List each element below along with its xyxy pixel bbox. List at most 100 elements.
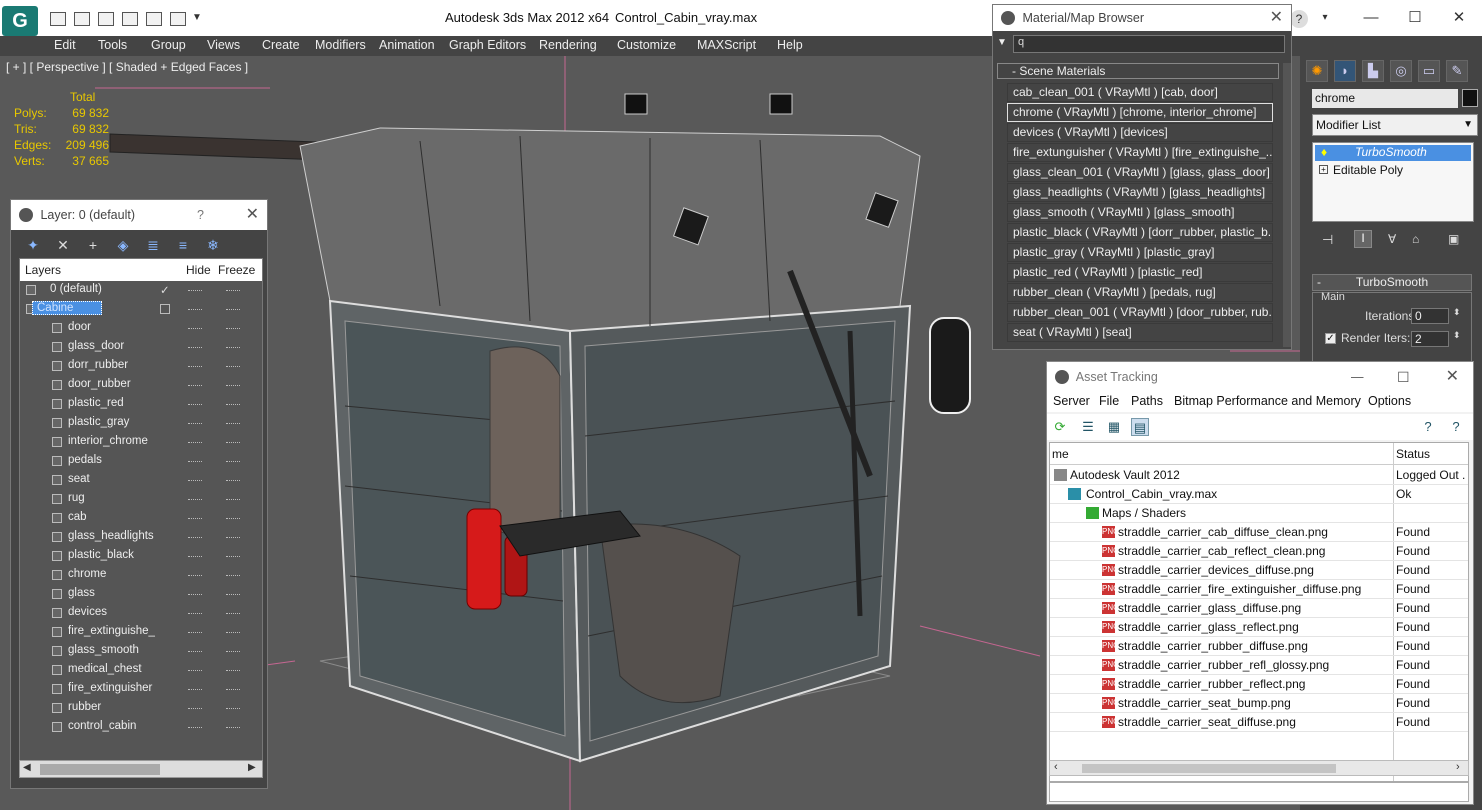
- browser-options-icon[interactable]: ▼: [997, 37, 1007, 48]
- asset-row-map[interactable]: PNG straddle_carrier_cab_diffuse_clean.pn…: [1050, 523, 1468, 542]
- project-folder-icon[interactable]: [170, 12, 186, 26]
- asset-row-vault[interactable]: Autodesk Vault 2012 Logged Out .: [1050, 466, 1468, 485]
- freeze-toggle[interactable]: [226, 575, 240, 577]
- material-item[interactable]: plastic_black ( VRayMtl ) [dorr_rubber, …: [1007, 223, 1273, 242]
- hierarchy-tab-icon[interactable]: ▙: [1362, 60, 1384, 82]
- display-tab-icon[interactable]: ▭: [1418, 60, 1440, 82]
- column-status[interactable]: Status: [1396, 447, 1430, 461]
- refresh-icon[interactable]: ⟳: [1051, 418, 1069, 436]
- hide-toggle[interactable]: [188, 480, 202, 482]
- save-file-icon[interactable]: [98, 12, 114, 26]
- freeze-toggle[interactable]: [226, 594, 240, 596]
- modifier-list-dropdown[interactable]: Modifier List ▼: [1312, 114, 1478, 136]
- undo-icon[interactable]: [122, 12, 138, 26]
- menu-rendering[interactable]: Rendering: [539, 38, 597, 52]
- asset-menu-bitmap-performance[interactable]: Bitmap Performance and Memory: [1174, 394, 1361, 408]
- layer-row[interactable]: fire_extinguishe_: [20, 623, 260, 642]
- asset-row-map[interactable]: PNG straddle_carrier_rubber_diffuse.png Fo…: [1050, 637, 1468, 656]
- hide-toggle[interactable]: [188, 290, 202, 292]
- asset-maximize-icon[interactable]: ☐: [1397, 362, 1410, 392]
- material-browser-titlebar[interactable]: Material/Map Browser ✕: [993, 5, 1291, 31]
- freeze-toggle[interactable]: [226, 461, 240, 463]
- hide-toggle[interactable]: [188, 556, 202, 558]
- layer-row[interactable]: plastic_red: [20, 395, 260, 414]
- select-icon[interactable]: ◈: [115, 237, 131, 253]
- hide-toggle[interactable]: [188, 651, 202, 653]
- make-unique-icon[interactable]: ∀: [1388, 232, 1396, 246]
- freeze-toggle[interactable]: [226, 442, 240, 444]
- thumbnail-view-icon[interactable]: ▦: [1105, 418, 1123, 436]
- layer-row[interactable]: glass_headlights: [20, 528, 260, 547]
- column-layers[interactable]: Layers: [25, 263, 61, 277]
- material-item[interactable]: rubber_clean ( VRayMtl ) [pedals, rug]: [1007, 283, 1273, 302]
- asset-row-map[interactable]: PNG straddle_carrier_glass_reflect.png Fou…: [1050, 618, 1468, 637]
- hide-toggle[interactable]: [188, 309, 202, 311]
- layer-row[interactable]: medical_chest: [20, 661, 260, 680]
- freeze-toggle[interactable]: [226, 727, 240, 729]
- new-layer-icon[interactable]: ✦: [25, 237, 41, 253]
- layer-row[interactable]: cab: [20, 509, 260, 528]
- freeze-toggle[interactable]: [226, 556, 240, 558]
- menu-graph-editors[interactable]: Graph Editors: [449, 38, 526, 52]
- freeze-toggle[interactable]: [226, 689, 240, 691]
- render-iters-spinner[interactable]: 2: [1411, 331, 1449, 347]
- freeze-toggle[interactable]: [226, 328, 240, 330]
- freeze-toggle[interactable]: [226, 632, 240, 634]
- hide-all-icon[interactable]: ≡: [175, 237, 191, 253]
- layer-row[interactable]: control_cabin: [20, 718, 260, 737]
- utilities-tab-icon[interactable]: ✎: [1446, 60, 1468, 82]
- menu-modifiers[interactable]: Modifiers: [315, 38, 366, 52]
- configure-sets-icon[interactable]: ▣: [1448, 232, 1459, 246]
- scroll-right-icon[interactable]: ▶: [248, 762, 256, 773]
- menu-help[interactable]: Help: [777, 38, 803, 52]
- hide-toggle[interactable]: [188, 347, 202, 349]
- material-item[interactable]: seat ( VRayMtl ) [seat]: [1007, 323, 1273, 342]
- hide-toggle[interactable]: [188, 537, 202, 539]
- show-end-result-icon[interactable]: I: [1354, 230, 1372, 248]
- menu-views[interactable]: Views: [207, 38, 240, 52]
- turbosmooth-rollout-header[interactable]: - TurboSmooth: [1312, 274, 1472, 291]
- asset-minimize-icon[interactable]: —: [1351, 362, 1364, 392]
- layer-row[interactable]: interior_chrome: [20, 433, 260, 452]
- menu-customize[interactable]: Customize: [617, 38, 676, 52]
- asset-row-map[interactable]: PNG straddle_carrier_rubber_refl_glossy.p…: [1050, 656, 1468, 675]
- layer-row[interactable]: door: [20, 319, 260, 338]
- menu-tools[interactable]: Tools: [98, 38, 127, 52]
- asset-horizontal-scrollbar[interactable]: ‹ ›: [1049, 760, 1469, 776]
- menu-edit[interactable]: Edit: [54, 38, 76, 52]
- app-logo-icon[interactable]: G: [2, 6, 38, 36]
- material-item[interactable]: cab_clean_001 ( VRayMtl ) [cab, door]: [1007, 83, 1273, 102]
- material-search-input[interactable]: q: [1013, 35, 1285, 53]
- object-name-field[interactable]: chrome: [1312, 89, 1458, 108]
- hide-toggle[interactable]: [188, 594, 202, 596]
- asset-row-map[interactable]: PNG straddle_carrier_seat_bump.png Found: [1050, 694, 1468, 713]
- delete-icon[interactable]: ✕: [55, 237, 71, 253]
- freeze-toggle[interactable]: [226, 537, 240, 539]
- layer-row[interactable]: seat: [20, 471, 260, 490]
- hide-toggle[interactable]: [188, 385, 202, 387]
- menu-group[interactable]: Group: [151, 38, 186, 52]
- asset-row-map[interactable]: PNG straddle_carrier_devices_diffuse.png F…: [1050, 561, 1468, 580]
- lightbulb-icon[interactable]: ♦: [1321, 145, 1327, 160]
- add-icon[interactable]: +: [85, 237, 101, 253]
- list-view-icon[interactable]: ☰: [1079, 418, 1097, 436]
- hide-toggle[interactable]: [188, 328, 202, 330]
- layer-row[interactable]: chrome: [20, 566, 260, 585]
- layer-row[interactable]: glass: [20, 585, 260, 604]
- layer-row[interactable]: rubber: [20, 699, 260, 718]
- freeze-toggle[interactable]: [226, 423, 240, 425]
- hide-toggle[interactable]: [188, 727, 202, 729]
- hide-toggle[interactable]: [188, 423, 202, 425]
- material-item[interactable]: devices ( VRayMtl ) [devices]: [1007, 123, 1273, 142]
- current-layer-check-icon[interactable]: ✓: [160, 283, 170, 297]
- layer-row[interactable]: devices: [20, 604, 260, 623]
- hide-toggle[interactable]: [188, 689, 202, 691]
- column-name[interactable]: me: [1052, 447, 1069, 461]
- hide-toggle[interactable]: [188, 613, 202, 615]
- freeze-toggle[interactable]: [226, 366, 240, 368]
- layer-close-icon[interactable]: ✕: [246, 200, 259, 230]
- hide-toggle[interactable]: [188, 518, 202, 520]
- iterations-spinner[interactable]: 0: [1411, 308, 1449, 324]
- expand-icon[interactable]: +: [1319, 165, 1328, 174]
- freeze-toggle[interactable]: [226, 385, 240, 387]
